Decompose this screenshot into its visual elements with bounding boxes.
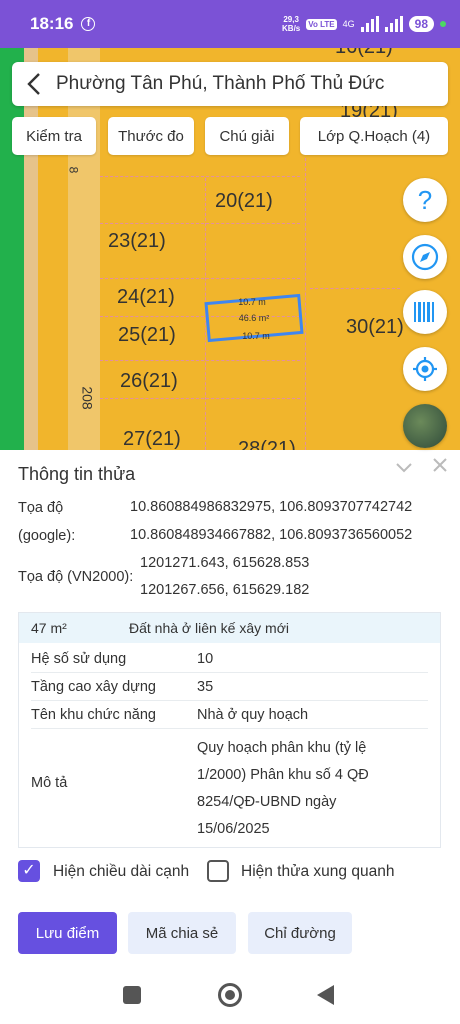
- show-neighbors-label[interactable]: Hiện thửa xung quanh: [241, 863, 394, 881]
- vn2000-value-2[interactable]: 1201267.656, 615629.182: [140, 582, 309, 598]
- status-bar: 18:16 f 29,3 KB/s Vo LTE 4G 98: [0, 0, 460, 48]
- signal-icon-2: [384, 16, 403, 32]
- planning-layer-button[interactable]: Lớp Q.Hoạch (4): [300, 117, 448, 155]
- vn2000-label: Tọa độ (VN2000):: [18, 569, 134, 585]
- barcode-button[interactable]: [403, 290, 447, 334]
- google-label: (google):: [18, 528, 76, 544]
- compass-button[interactable]: [403, 235, 447, 279]
- parcel-info-sheet: Thông tin thửa Tọa độ 10.860884986832975…: [0, 450, 460, 960]
- description-text: Quy hoạch phân khu (tỷ lệ 1/2000) Phân k…: [197, 740, 369, 837]
- share-code-button[interactable]: Mã chia sẻ: [128, 912, 236, 954]
- parcel-boundary: [100, 278, 300, 279]
- parcel-boundary: [100, 398, 300, 399]
- directions-button[interactable]: Chỉ đường: [248, 912, 352, 954]
- sheet-title: Thông tin thửa: [18, 464, 136, 484]
- check-button[interactable]: Kiểm tra: [12, 117, 96, 155]
- locate-icon: [413, 357, 437, 381]
- row-value: 10: [197, 651, 214, 667]
- save-point-button[interactable]: Lưu điểm: [18, 912, 117, 954]
- vn2000-value-1[interactable]: 1201271.643, 615628.853: [140, 555, 309, 571]
- chevron-down-icon[interactable]: [395, 458, 413, 479]
- lot-label[interactable]: 16(21): [335, 48, 393, 59]
- messenger-icon: f: [81, 17, 96, 31]
- row-key: Mô tả: [31, 775, 68, 791]
- compass-icon: [411, 243, 439, 271]
- network-type: 4G: [342, 19, 355, 29]
- chevron-left-icon: [27, 73, 40, 95]
- table-row-description: Mô tả Quy hoạch phân khu (tỷ lệ 1/2000) …: [31, 729, 428, 847]
- table-row: Tên khu chức năng Nhà ở quy hoạch: [31, 701, 428, 729]
- row-key: Tầng cao xây dựng: [31, 679, 156, 695]
- parcel-area: 47 m²: [31, 620, 67, 636]
- parcel-boundary: [310, 288, 400, 289]
- close-icon[interactable]: [432, 456, 448, 479]
- show-edges-label[interactable]: Hiện chiều dài cạnh: [53, 863, 189, 881]
- edge-length-bottom: 10.7 m: [242, 331, 270, 341]
- measure-button[interactable]: Thước đo: [108, 117, 194, 155]
- show-edges-checkbox[interactable]: ✓: [18, 860, 40, 882]
- charging-dot: [440, 21, 446, 27]
- road-strip: [24, 48, 38, 450]
- volte-badge: Vo LTE: [306, 18, 337, 30]
- row-value: Nhà ở quy hoạch: [197, 707, 309, 723]
- signal-icon: [360, 16, 379, 32]
- land-info-table: 47 m² Đất nhà ở liên kế xây mới Hệ số sử…: [18, 612, 441, 848]
- coord-label: Tọa độ: [18, 500, 64, 516]
- barcode-icon: [414, 302, 434, 322]
- row-key: Tên khu chức năng: [31, 707, 156, 723]
- lot-label[interactable]: 25(21): [118, 324, 176, 347]
- parcel-boundary: [100, 223, 300, 224]
- lot-label[interactable]: 20(21): [215, 190, 273, 213]
- recents-icon[interactable]: [123, 986, 141, 1004]
- row-key: Hệ số sử dụng: [31, 651, 127, 667]
- parcel-boundary: [100, 176, 300, 177]
- parcel-boundary: [305, 158, 306, 450]
- lot-label[interactable]: 24(21): [117, 286, 175, 309]
- help-button[interactable]: ?: [403, 178, 447, 222]
- lot-label[interactable]: 23(21): [108, 230, 166, 253]
- back-nav-icon[interactable]: [317, 985, 334, 1005]
- status-icons: 29,3 KB/s Vo LTE 4G 98: [282, 15, 446, 33]
- lot-label[interactable]: 30(21): [346, 316, 404, 339]
- locate-button[interactable]: [403, 347, 447, 391]
- parcel-area-label: 46.6 m²: [238, 313, 270, 323]
- battery-indicator: 98: [408, 16, 434, 32]
- table-row: Hệ số sử dụng 10: [31, 643, 428, 673]
- clock: 18:16: [30, 14, 74, 33]
- lot-label[interactable]: 27(21): [123, 428, 181, 450]
- location-header: Phường Tân Phú, Thành Phố Thủ Đức: [12, 62, 448, 106]
- google-coord-value[interactable]: 10.860848934667882, 106.8093736560052: [130, 527, 460, 543]
- road-label-top: 8: [66, 166, 81, 174]
- planning-map[interactable]: 16(21) 19(21) 20(21) 23(21) 24(21) 25(21…: [0, 48, 460, 450]
- edge-length-top: 10.7 m: [238, 297, 266, 307]
- land-type: Đất nhà ở liên kế xây mới: [129, 620, 289, 636]
- legend-button[interactable]: Chú giải: [205, 117, 289, 155]
- table-row: Tầng cao xây dựng 35: [31, 673, 428, 701]
- lot-label[interactable]: 26(21): [120, 370, 178, 393]
- table-header: 47 m² Đất nhà ở liên kế xây mới: [19, 613, 440, 643]
- system-nav-bar: [0, 960, 460, 1024]
- lot-label[interactable]: 28(21): [238, 438, 296, 450]
- home-icon[interactable]: [218, 983, 242, 1007]
- back-button[interactable]: [12, 62, 56, 106]
- network-speed: 29,3 KB/s: [282, 15, 301, 33]
- satellite-layer-button[interactable]: [403, 404, 447, 448]
- location-title: Phường Tân Phú, Thành Phố Thủ Đức: [56, 73, 385, 94]
- parcel-boundary: [100, 360, 300, 361]
- show-neighbors-checkbox[interactable]: [207, 860, 229, 882]
- help-icon: ?: [417, 184, 433, 215]
- road-label: 208: [79, 386, 96, 410]
- coord-value[interactable]: 10.860884986832975, 106.8093707742742: [130, 499, 460, 515]
- green-zone: [0, 48, 24, 450]
- row-value: 35: [197, 679, 214, 695]
